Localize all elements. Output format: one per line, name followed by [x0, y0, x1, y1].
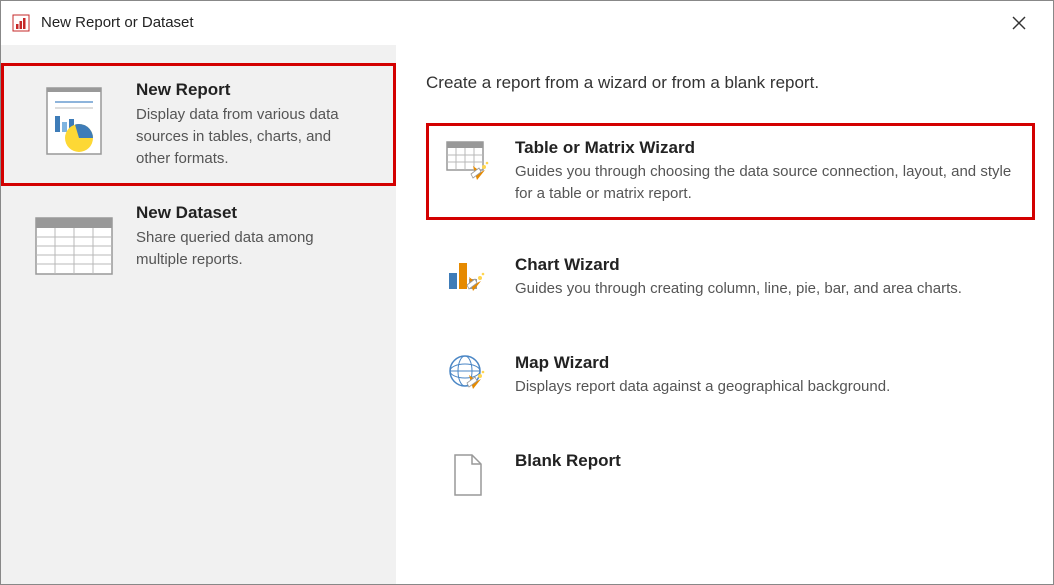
chart-wizard-icon [443, 255, 493, 303]
sidebar-item-new-dataset[interactable]: New Dataset Share queried data among mul… [1, 186, 396, 302]
option-map-wizard[interactable]: Map Wizard Displays report data against … [426, 338, 1035, 416]
option-desc: Displays report data against a geographi… [515, 376, 1018, 398]
app-icon [11, 13, 31, 33]
option-title: Blank Report [515, 451, 1018, 471]
dialog-window: New Report or Dataset [0, 0, 1054, 585]
dataset-icon [30, 207, 118, 285]
option-text: Blank Report [515, 451, 1018, 474]
report-icon [30, 84, 118, 162]
sidebar: New Report Display data from various dat… [1, 45, 396, 584]
sidebar-item-title: New Report [136, 80, 367, 100]
close-icon [1012, 16, 1026, 30]
option-chart-wizard[interactable]: Chart Wizard Guides you through creating… [426, 240, 1035, 318]
close-button[interactable] [1001, 5, 1037, 41]
option-table-matrix-wizard[interactable]: Table or Matrix Wizard Guides you throug… [426, 123, 1035, 220]
option-desc: Guides you through creating column, line… [515, 278, 1018, 300]
option-desc: Guides you through choosing the data sou… [515, 161, 1018, 205]
option-title: Map Wizard [515, 353, 1018, 373]
sidebar-item-desc: Share queried data among multiple report… [136, 227, 367, 271]
option-text: Chart Wizard Guides you through creating… [515, 255, 1018, 300]
option-blank-report[interactable]: Blank Report [426, 436, 1035, 514]
option-text: Map Wizard Displays report data against … [515, 353, 1018, 398]
main-panel: Create a report from a wizard or from a … [396, 45, 1053, 584]
main-heading: Create a report from a wizard or from a … [426, 73, 1035, 93]
option-title: Chart Wizard [515, 255, 1018, 275]
sidebar-item-new-report[interactable]: New Report Display data from various dat… [1, 63, 396, 186]
window-title: New Report or Dataset [41, 14, 1001, 31]
dialog-content: New Report Display data from various dat… [1, 45, 1053, 584]
sidebar-item-text: New Dataset Share queried data among mul… [136, 203, 375, 271]
sidebar-item-desc: Display data from various data sources i… [136, 104, 367, 169]
map-wizard-icon [443, 353, 493, 401]
option-title: Table or Matrix Wizard [515, 138, 1018, 158]
option-text: Table or Matrix Wizard Guides you throug… [515, 138, 1018, 205]
table-matrix-wizard-icon [443, 138, 493, 186]
blank-report-icon [443, 451, 493, 499]
titlebar: New Report or Dataset [1, 1, 1053, 45]
sidebar-item-text: New Report Display data from various dat… [136, 80, 375, 169]
sidebar-item-title: New Dataset [136, 203, 367, 223]
